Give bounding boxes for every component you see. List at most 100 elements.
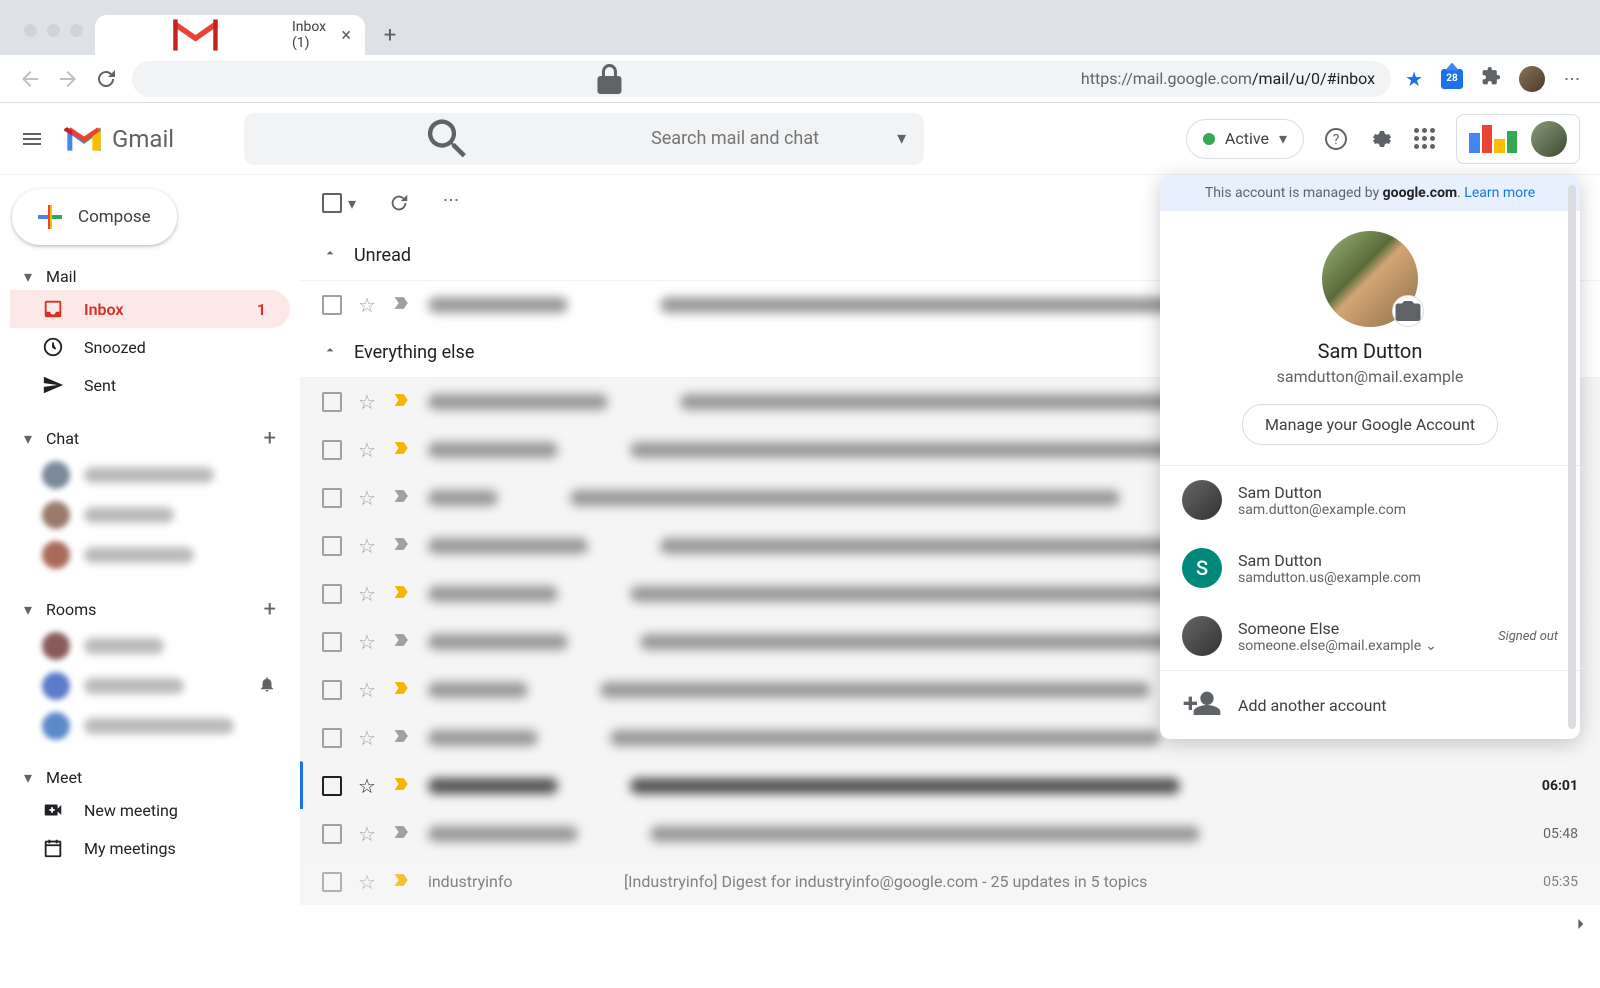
star-icon[interactable]: ☆ [358,582,376,606]
forward-button[interactable] [56,67,80,91]
star-icon[interactable]: ☆ [358,486,376,510]
row-checkbox[interactable] [322,824,342,844]
reload-button[interactable] [94,67,118,91]
email-row[interactable]: ☆06:01 [300,761,1600,809]
gmail-logo[interactable]: Gmail [64,124,174,154]
camera-icon[interactable] [1392,295,1424,327]
add-room-icon[interactable]: + [264,597,276,622]
new-tab-button[interactable]: + [375,20,405,50]
sidebar-item-inbox[interactable]: Inbox 1 [10,290,290,328]
more-icon[interactable]: ⋮ [442,192,464,214]
extensions-icon[interactable] [1481,66,1501,91]
chat-contact[interactable] [10,455,290,495]
back-button[interactable] [18,67,42,91]
sidebar-item-new-meeting[interactable]: New meeting [10,791,290,829]
support-icon[interactable]: ? [1324,127,1348,151]
row-checkbox[interactable] [322,776,342,796]
status-pill[interactable]: Active ▾ [1186,119,1304,159]
important-icon[interactable] [392,390,412,414]
sidebar-item-sent[interactable]: Sent [10,366,290,404]
chat-section-header[interactable]: ▾ Chat + [10,422,290,455]
row-checkbox[interactable] [322,488,342,508]
profile-avatar-icon[interactable] [1519,66,1545,92]
rooms-section-header[interactable]: ▾ Rooms + [10,593,290,626]
email-row[interactable]: ☆05:48 [300,809,1600,857]
browser-menu-icon[interactable]: ⋮ [1563,71,1582,87]
row-checkbox[interactable] [322,584,342,604]
scrollbar[interactable] [1568,185,1576,729]
star-icon[interactable]: ☆ [358,870,376,894]
label-icon[interactable] [392,486,412,510]
row-checkbox[interactable] [322,632,342,652]
important-icon[interactable] [392,774,412,798]
star-icon[interactable]: ☆ [358,678,376,702]
label-icon[interactable] [392,534,412,558]
star-icon[interactable]: ☆ [358,390,376,414]
star-icon[interactable]: ☆ [358,774,376,798]
caret-down-icon: ▾ [24,267,38,286]
app-header: Gmail ▾ Active ▾ ? [0,103,1600,175]
room-item[interactable] [10,706,290,746]
star-icon[interactable]: ☆ [358,293,376,317]
account-option[interactable]: Someone Elsesomeone.else@mail.example⌄ S… [1160,602,1580,670]
star-icon[interactable]: ☆ [358,726,376,750]
url-input[interactable]: https://mail.google.com/mail/u/0/#inbox [132,61,1391,97]
unread-label: Unread [354,245,411,266]
meet-section-header[interactable]: ▾ Meet [10,764,290,791]
row-checkbox[interactable] [322,728,342,748]
side-panel-toggle[interactable] [1570,914,1590,938]
room-item[interactable] [10,626,290,666]
label-icon[interactable] [392,726,412,750]
google-apps-icon[interactable] [1412,127,1436,151]
extension-badge[interactable]: 28 [1441,69,1463,89]
org-switcher[interactable] [1456,114,1580,164]
row-checkbox[interactable] [322,295,342,315]
row-checkbox[interactable] [322,536,342,556]
chat-contact[interactable] [10,535,290,575]
gmail-favicon [109,15,282,55]
row-checkbox[interactable] [322,440,342,460]
star-icon[interactable]: ☆ [358,534,376,558]
label-icon[interactable] [392,293,412,317]
row-checkbox[interactable] [322,872,342,892]
important-icon[interactable] [392,582,412,606]
important-icon[interactable] [392,678,412,702]
star-icon[interactable]: ☆ [358,630,376,654]
account-avatar[interactable] [1531,121,1567,157]
star-icon[interactable]: ☆ [358,438,376,462]
account-option[interactable]: Sam Duttonsam.dutton@example.com [1160,466,1580,534]
window-controls[interactable] [12,24,95,55]
learn-more-link[interactable]: Learn more [1464,185,1535,201]
search-icon [262,113,633,165]
important-icon[interactable] [392,870,412,894]
plus-icon [38,205,62,229]
select-all-checkbox[interactable]: ▾ [322,193,356,213]
search-options-icon[interactable]: ▾ [897,128,906,149]
add-chat-icon[interactable]: + [264,426,276,451]
label-icon[interactable] [392,630,412,654]
sidebar-item-my-meetings[interactable]: My meetings [10,829,290,867]
account-option[interactable]: S Sam Duttonsamdutton.us@example.com [1160,534,1580,602]
mail-section-header[interactable]: ▾ Mail [10,263,290,290]
important-icon[interactable] [392,438,412,462]
main-menu-icon[interactable] [20,127,44,151]
search-box[interactable]: ▾ [244,113,924,165]
compose-button[interactable]: Compose [12,189,177,245]
row-checkbox[interactable] [322,392,342,412]
room-item[interactable] [10,666,290,706]
label-icon[interactable] [392,822,412,846]
email-row[interactable]: ☆industryinfo[Industryinfo] Digest for i… [300,857,1600,905]
acct-name: Someone Else [1238,619,1482,638]
search-input[interactable] [651,128,879,149]
row-checkbox[interactable] [322,680,342,700]
manage-account-button[interactable]: Manage your Google Account [1242,404,1498,445]
sidebar-item-snoozed[interactable]: Snoozed [10,328,290,366]
refresh-icon[interactable] [388,192,410,214]
bookmark-star-icon[interactable]: ★ [1405,67,1423,91]
chat-contact[interactable] [10,495,290,535]
browser-tab[interactable]: Inbox (1) × [95,15,365,55]
close-tab-icon[interactable]: × [341,25,351,46]
add-account-button[interactable]: Add another account [1160,670,1580,739]
star-icon[interactable]: ☆ [358,822,376,846]
settings-gear-icon[interactable] [1368,127,1392,151]
